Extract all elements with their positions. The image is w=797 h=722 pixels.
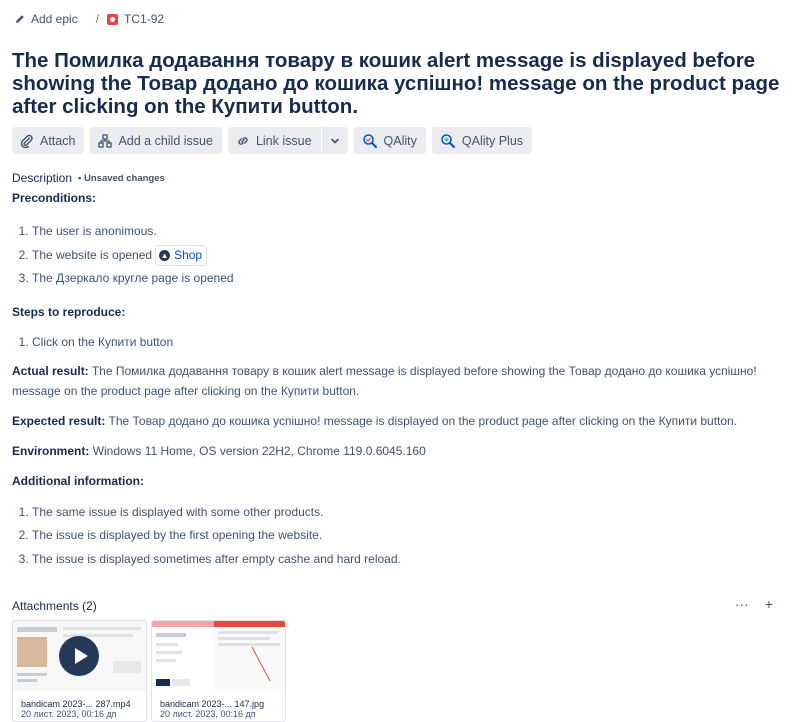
chevron-down-icon [330,138,339,144]
shop-logo-icon: ▲ [159,249,171,261]
link-issue-group: Link issue [227,127,348,154]
attach-button[interactable]: Attach [12,127,85,154]
description-label: Description [12,171,73,185]
description-header: Description • Unsaved changes [12,171,165,185]
add-child-issue-button[interactable]: Add a child issue [90,127,222,154]
issue-toolbar: Attach Add a child issue Link issue QAli… [12,127,533,154]
breadcrumb: Add epic / TC1-92 [14,11,164,27]
attachments-actions: ··· + [735,596,773,612]
video-preview-image [13,621,146,691]
list-item: The issue is displayed by the first open… [32,524,782,548]
steps-heading: Steps to reproduce: [12,304,126,319]
preconditions-list: The user is anonimous. The website is op… [12,220,782,291]
issue-title[interactable]: The Помилка додавання товару в кошик ale… [12,49,787,118]
qality-label: QAlity [383,133,417,148]
pencil-icon [14,13,26,25]
add-epic-link[interactable]: Add epic [31,12,78,26]
environment: Environment: Windows 11 Home, OS version… [12,443,426,458]
breadcrumb-separator: / [95,12,100,26]
additional-heading: Additional information: [12,473,144,488]
additional-list: The same issue is displayed with some ot… [12,501,782,572]
add-child-issue-label: Add a child issue [118,133,213,148]
add-attachment-icon[interactable]: + [765,596,773,612]
list-item: Click on the Купити button [32,334,782,351]
link-issue-label: Link issue [255,133,312,148]
attachment-caption: bandicam 2023-... 287.mp4 20 лист. 2023,… [21,699,131,719]
link-icon [238,136,248,145]
qality-plus-icon [441,133,455,148]
play-icon[interactable] [59,636,99,676]
steps-list: Click on the Купити button [12,334,782,351]
link-issue-button[interactable]: Link issue [227,127,321,154]
qality-plus-button[interactable]: QAlity Plus [431,127,533,154]
expected-result: Expected result: The Товар додано до кош… [12,413,738,428]
attachment-thumbnail-video[interactable]: bandicam 2023-... 287.mp4 20 лист. 2023,… [12,620,147,722]
attachments-heading: Attachments (2) [12,599,97,613]
more-icon[interactable]: ··· [735,596,749,612]
actual-result: Actual result: The Помилка додавання тов… [12,363,757,398]
hierarchy-icon [98,133,113,148]
unsaved-changes-badge: • Unsaved changes [78,172,165,184]
image-preview [152,621,285,691]
list-item: The same issue is displayed with some ot… [32,501,782,525]
qality-plus-label: QAlity Plus [461,133,524,148]
attachment-caption: bandicam 2023-... 147.jpg 20 лист. 2023,… [160,699,265,719]
qality-button[interactable]: QAlity [353,127,426,154]
list-item: The issue is displayed sometimes after e… [32,548,782,572]
preconditions-heading: Preconditions: [12,191,97,205]
shop-link[interactable]: ▲ Shop [155,244,208,266]
qality-icon [362,133,377,148]
issue-key-link[interactable]: TC1-92 [124,12,164,26]
description-editor[interactable]: Preconditions: The user is anonimous. Th… [12,190,782,571]
bug-icon [107,13,119,25]
paperclip-icon [20,134,33,148]
attach-label: Attach [40,133,76,148]
link-issue-dropdown[interactable] [321,127,348,154]
attachment-thumbnail-image[interactable]: bandicam 2023-... 147.jpg 20 лист. 2023,… [151,620,286,722]
list-item: The Дзеркало кругле page is opened [32,267,782,291]
list-item: The website is opened▲Shop [32,244,782,268]
list-item: The user is anonimous. [32,220,782,244]
